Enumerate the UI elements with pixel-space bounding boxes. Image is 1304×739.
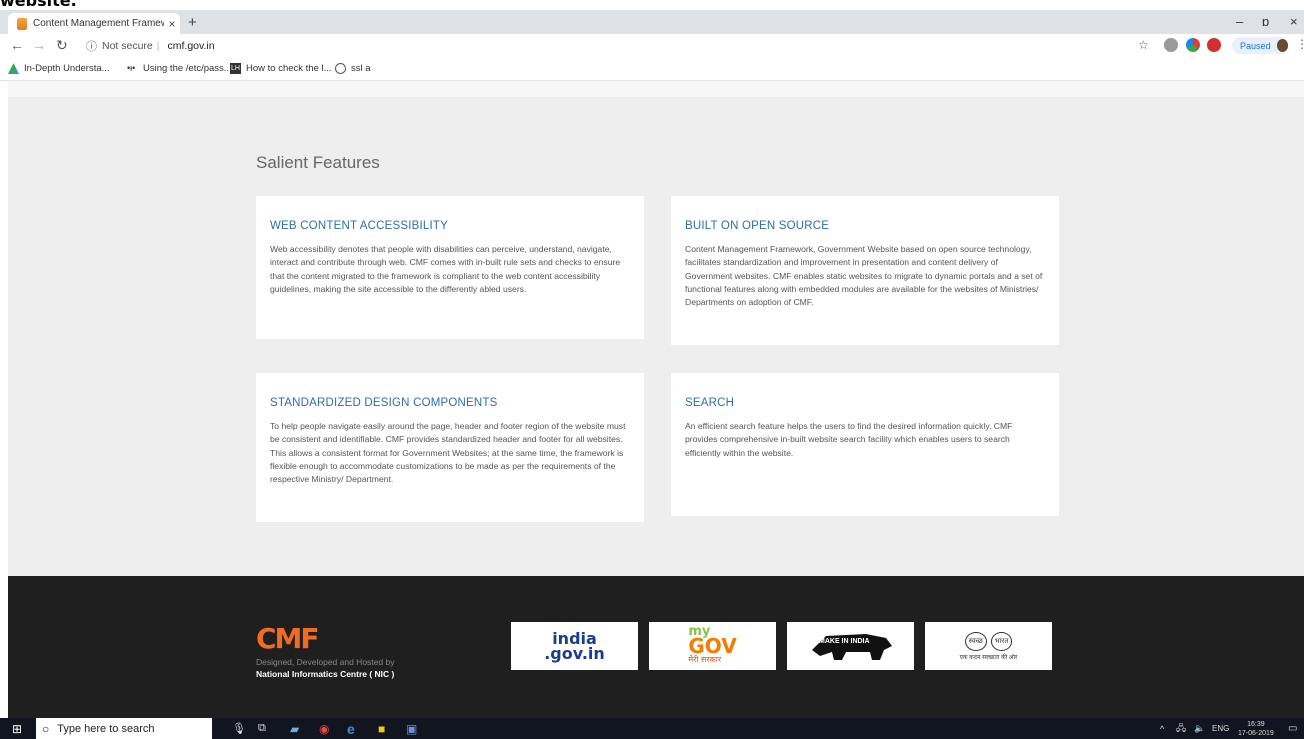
sticky-notes-icon[interactable]: ■ [378,718,385,739]
tray-chevron-icon[interactable]: ^ [1160,718,1164,739]
bookmark-item[interactable]: In-Depth Understa... [8,63,110,74]
bookmark-item[interactable]: ssl a [335,63,371,74]
feature-title: STANDARDIZED DESIGN COMPONENTS [270,397,498,409]
task-view-icon[interactable]: ⧉ [258,718,266,739]
url-text[interactable]: cmf.gov.in [168,40,215,52]
avatar [1276,39,1288,52]
page-header-strip [8,81,1304,97]
features-section: Salient Features WEB CONTENT ACCESSIBILI… [8,97,1304,576]
clock-date: 17-06-2019 [1238,729,1274,737]
make-in-india-logo[interactable]: MAKE IN INDIA [787,622,914,670]
india-gov-logo[interactable]: india .gov.in [511,622,638,670]
menu-icon[interactable]: ⋮ [1296,37,1304,51]
tab-strip: Content Management Framewor × + – ɒ × [0,10,1304,34]
extension-icon[interactable] [1164,38,1178,52]
taskbar: ⊞ ○ Type here to search 🎙 ⧉ ▰ ◉ e ■ ▣ ^ … [0,718,1304,739]
colorful-extension-icon[interactable] [1186,38,1200,52]
feature-card: BUILT ON OPEN SOURCE Content Management … [671,196,1059,345]
language-indicator[interactable]: ENG [1212,718,1229,739]
windows-start-icon[interactable]: ⊞ [12,718,22,739]
address-bar[interactable]: ⓘ Not secure | cmf.gov.in [86,36,215,56]
feature-card: WEB CONTENT ACCESSIBILITY Web accessibil… [256,196,644,339]
edge-icon[interactable]: e [347,718,355,739]
network-icon[interactable]: 🖧 [1176,718,1186,739]
feature-title: BUILT ON OPEN SOURCE [685,220,830,232]
file-explorer-icon[interactable]: ▰ [290,718,299,739]
adblock-extension-icon[interactable] [1207,38,1221,52]
credit-line: Designed, Developed and Hosted by [256,657,395,667]
bookmark-item[interactable]: •ᵻ• Using the /etc/pass... [127,63,232,74]
feature-text: Content Management Framework, Government… [685,244,1043,308]
tab-close-icon[interactable]: × [164,17,180,31]
swachh-right: भारत [990,631,1013,651]
feature-text: Web accessibility denotes that people wi… [270,244,621,294]
swachh-tagline: एक कदम स्वच्छता की ओर [959,654,1018,661]
volume-icon[interactable]: 🔈 [1194,718,1205,739]
lion-icon [811,634,892,660]
globe-icon [335,63,346,74]
profile-paused-button[interactable]: Paused [1232,37,1288,54]
restore-button[interactable]: ɒ [1262,14,1269,29]
app-icon[interactable]: ▣ [406,718,417,739]
clock-time: 16:39 [1247,720,1265,728]
feature-text: To help people navigate easily around th… [270,421,626,485]
reload-icon[interactable]: ↻ [56,37,68,54]
glasses-icon: स्वच्छ भारत [964,631,1013,651]
security-label: Not secure [102,40,153,52]
bookmark-item[interactable]: LH How to check the l... [230,63,332,74]
page-caption: website. [0,0,77,8]
section-title: Salient Features [256,153,380,172]
feature-text: An efficient search feature helps the us… [685,421,1013,458]
swachh-left: स्वच्छ [964,631,987,651]
make-in-india-text: MAKE IN INDIA [819,638,870,645]
cmf-favicon-icon [17,17,27,30]
search-placeholder: Type here to search [57,722,155,735]
bookmark-label: ssl a [351,63,371,74]
bookmarks-bar: In-Depth Understa... •ᵻ• Using the /etc/… [0,58,1304,81]
swachh-bharat-logo[interactable]: स्वच्छ भारत एक कदम स्वच्छता की ओर [925,622,1052,670]
bookmark-star-icon[interactable]: ☆ [1138,38,1149,52]
mic-icon[interactable]: 🎙 [232,718,246,739]
cmf-logo[interactable]: CMF [256,622,320,655]
lh-icon: LH [230,63,241,74]
india-logo-bottom: .gov.in [544,644,605,663]
clock[interactable]: 16:39 17-06-2019 [1238,718,1274,739]
back-arrow-icon[interactable]: ← [10,37,24,53]
tab-title: Content Management Framewor [33,18,164,29]
bookmark-label: In-Depth Understa... [24,63,110,74]
drive-icon [8,63,19,74]
taskbar-search[interactable]: ○ Type here to search [36,718,212,739]
mygov-logo[interactable]: my GOV मेरी सरकार [649,622,776,670]
feature-card: SEARCH An efficient search feature helps… [671,373,1059,516]
notification-icon[interactable]: ▭ [1288,718,1297,739]
browser-toolbar: ← → ↻ ⓘ Not secure | cmf.gov.in ☆ Paused… [0,34,1304,58]
feature-title: WEB CONTENT ACCESSIBILITY [270,220,448,232]
bookmark-label: Using the /etc/pass... [143,63,232,74]
bookmark-label: How to check the l... [246,63,332,74]
cortana-icon: ○ [42,721,50,736]
chrome-icon[interactable]: ◉ [319,718,329,739]
mygov-logo-main: GOV [688,634,737,658]
forward-arrow-icon[interactable]: → [32,37,46,53]
feature-title: SEARCH [685,397,735,409]
browser-tab[interactable]: Content Management Framewor × [8,13,180,34]
minimize-button[interactable]: – [1236,14,1243,29]
cmf-logo-text: CMF [256,622,320,655]
paused-label: Paused [1240,40,1271,51]
info-icon[interactable]: ⓘ [86,38,97,54]
new-tab-button[interactable]: + [188,14,197,31]
link-icon: •ᵻ• [127,63,136,73]
feature-card: STANDARDIZED DESIGN COMPONENTS To help p… [256,373,644,522]
nic-credit[interactable]: National Informatics Centre ( NIC ) [256,669,394,679]
site-footer: CMF Designed, Developed and Hosted by Na… [8,576,1304,718]
close-window-button[interactable]: × [1290,14,1298,29]
